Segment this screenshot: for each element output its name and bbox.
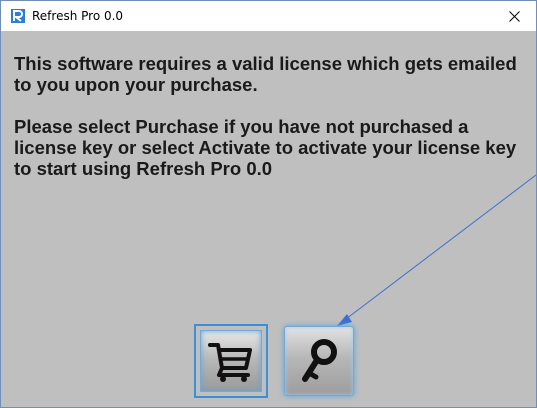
dialog-content: This software requires a valid license w… xyxy=(1,31,536,407)
close-button[interactable] xyxy=(492,1,536,31)
app-logo-icon xyxy=(11,9,25,23)
message-paragraph-2: Please select Purchase if you have not p… xyxy=(14,116,517,179)
license-dialog: Refresh Pro 0.0 This software requires a… xyxy=(0,0,537,408)
purchase-button[interactable] xyxy=(194,324,268,398)
activate-button[interactable] xyxy=(284,326,354,396)
key-icon xyxy=(302,339,337,382)
message-paragraph-1: This software requires a valid license w… xyxy=(14,53,517,95)
cart-icon xyxy=(208,343,252,382)
license-message: This software requires a valid license w… xyxy=(14,53,532,179)
window-title: Refresh Pro 0.0 xyxy=(32,9,124,23)
close-icon xyxy=(508,10,520,22)
title-bar[interactable]: Refresh Pro 0.0 xyxy=(1,1,536,31)
